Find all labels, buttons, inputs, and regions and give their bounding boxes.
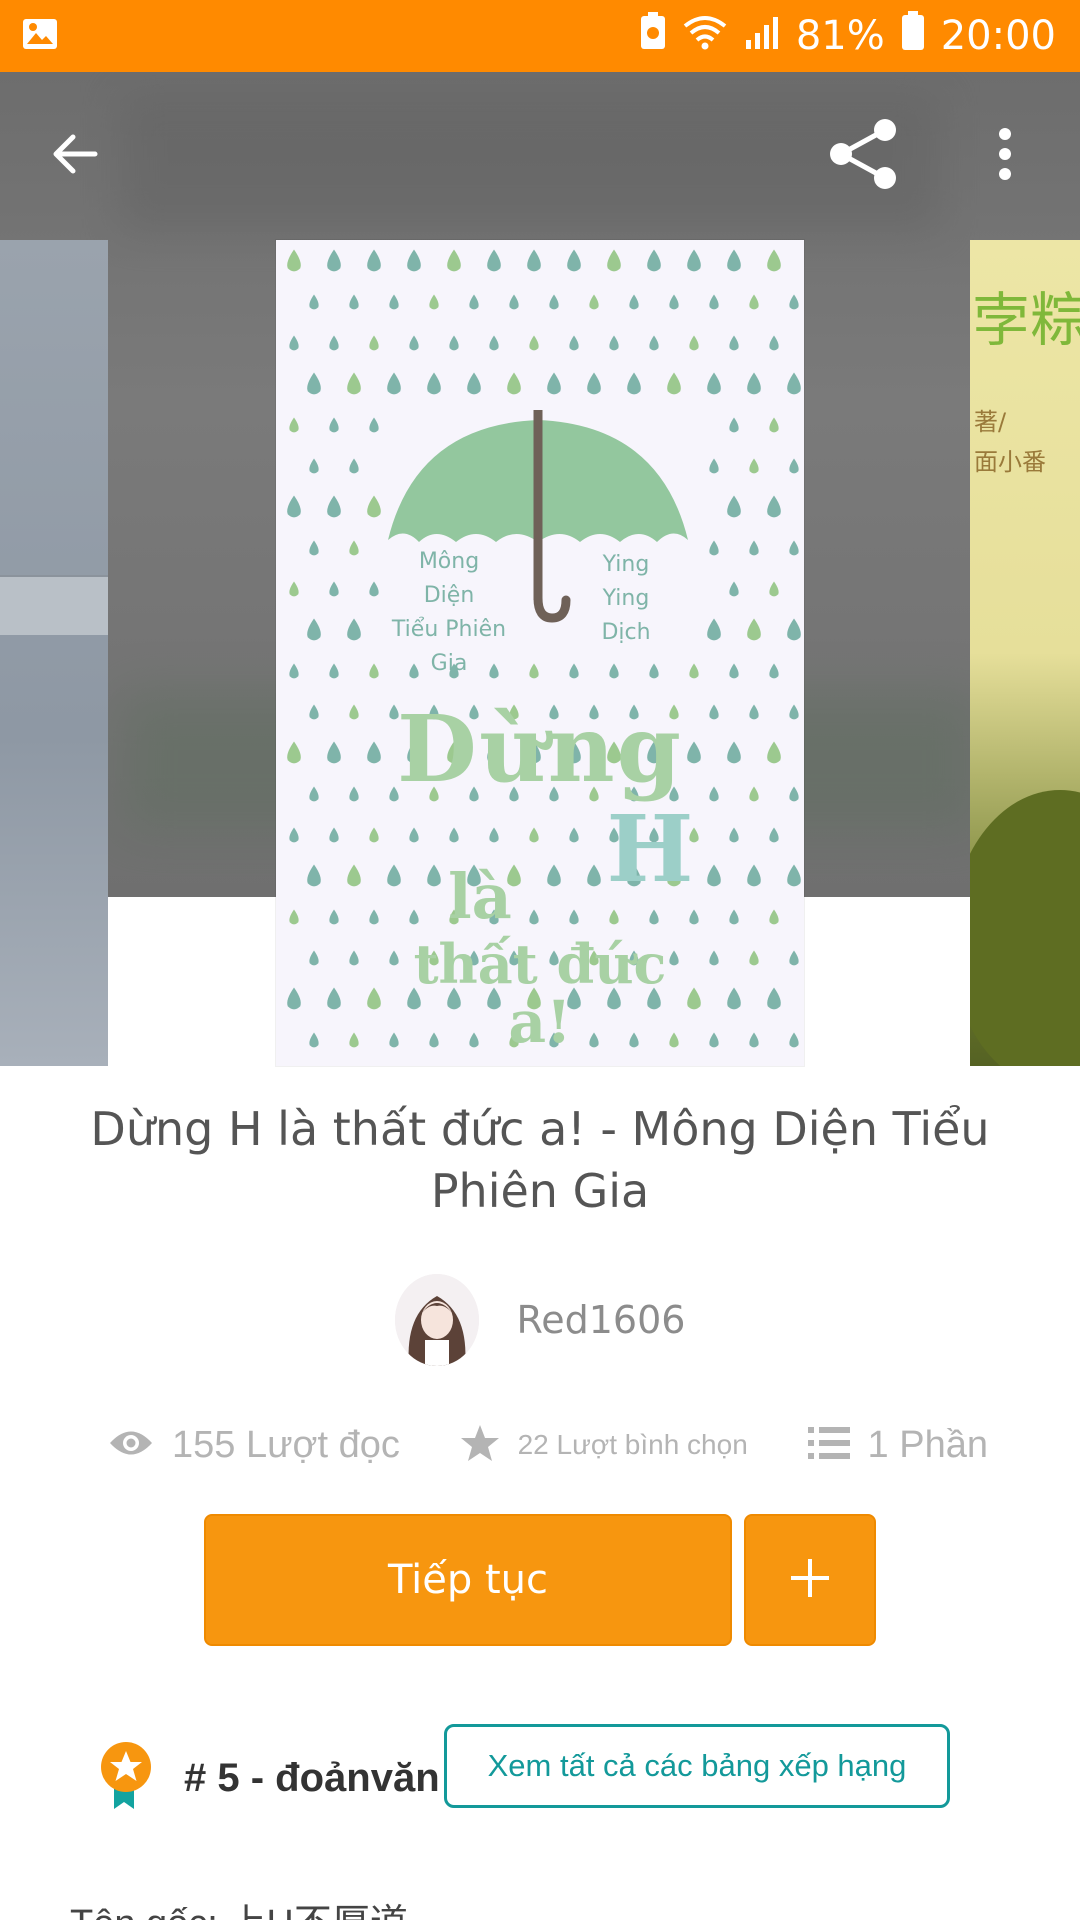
share-button[interactable] <box>810 101 920 211</box>
votes-count: 22 Lượt bình chọn <box>517 1429 748 1460</box>
previous-cover[interactable] <box>0 240 108 1066</box>
votes-stat: 22 Lượt bình chọn <box>460 1423 748 1468</box>
cover-title-line2: là <box>448 860 512 933</box>
more-button[interactable] <box>950 101 1060 211</box>
status-bar: 81% 20:00 <box>0 0 1080 72</box>
rank-text: # 5 - đoảnvăn <box>184 1755 440 1800</box>
cover-translator: Ying Ying Dịch <box>601 552 651 645</box>
clock: 20:00 <box>940 13 1056 59</box>
svg-text:著/: 著/ <box>974 408 1007 436</box>
continue-reading-button[interactable]: Tiếp tục <box>204 1514 732 1646</box>
star-icon <box>460 1423 500 1468</box>
back-button[interactable] <box>20 101 130 211</box>
author-avatar[interactable] <box>394 1274 479 1366</box>
parts-stat: 1 Phần <box>807 1423 988 1467</box>
cover-author: Mông Diện Tiểu Phiên Gia <box>391 549 507 676</box>
book-title: Dừng H là thất đức a! - Mông Diện Tiểu P… <box>90 1102 990 1218</box>
svg-text:面小番: 面小番 <box>974 448 1046 476</box>
story-detail-screen: 81% 20:00 孛粽 著/ 面小番 Mông Diện Tiểu Phiên… <box>0 0 1080 1920</box>
list-icon <box>807 1425 850 1466</box>
eye-icon <box>108 1426 154 1465</box>
book-cover[interactable]: Mông Diện Tiểu Phiên Gia Ying Ying Dịch … <box>276 240 804 1066</box>
toolbar <box>0 72 1080 240</box>
story-stats: 155 Lượt đọc 22 Lượt bình chọn 1 Phần <box>108 1410 988 1480</box>
next-cover[interactable]: 孛粽 著/ 面小番 <box>970 240 1080 1066</box>
battery-icon <box>901 11 925 61</box>
award-icon <box>100 1741 156 1816</box>
more-vertical-icon <box>997 126 1013 187</box>
add-to-library-button[interactable] <box>744 1514 876 1646</box>
reads-stat: 155 Lượt đọc <box>108 1424 400 1467</box>
original-title: Tên gốc: 上H不厚道 <box>70 1892 408 1920</box>
signal-icon <box>744 12 780 60</box>
svg-text:孛粽: 孛粽 <box>972 286 1080 354</box>
cover-title-line3: thất đức <box>413 932 667 996</box>
battery-percent: 81% <box>795 13 885 59</box>
recycle-icon <box>640 12 666 60</box>
parts-count: 1 Phần <box>867 1423 988 1466</box>
see-all-rankings-button[interactable]: Xem tất cả các bảng xếp hạng <box>444 1724 950 1808</box>
wifi-icon <box>682 12 728 60</box>
cover-title-line4: a! <box>508 988 572 1056</box>
arrow-left-icon <box>47 126 103 187</box>
see-all-rankings-label: Xem tất cả các bảng xếp hạng <box>487 1748 907 1783</box>
ranking-badge: # 5 - đoảnvăn <box>100 1728 440 1828</box>
cover-title-line1: Dừng <box>397 695 683 803</box>
plus-icon <box>789 1557 831 1604</box>
continue-label: Tiếp tục <box>387 1557 549 1603</box>
image-icon <box>22 16 58 57</box>
share-icon <box>827 116 903 197</box>
author-row[interactable]: Red1606 <box>0 1270 1080 1370</box>
author-name[interactable]: Red1606 <box>517 1298 686 1342</box>
reads-count: 155 Lượt đọc <box>172 1423 400 1466</box>
